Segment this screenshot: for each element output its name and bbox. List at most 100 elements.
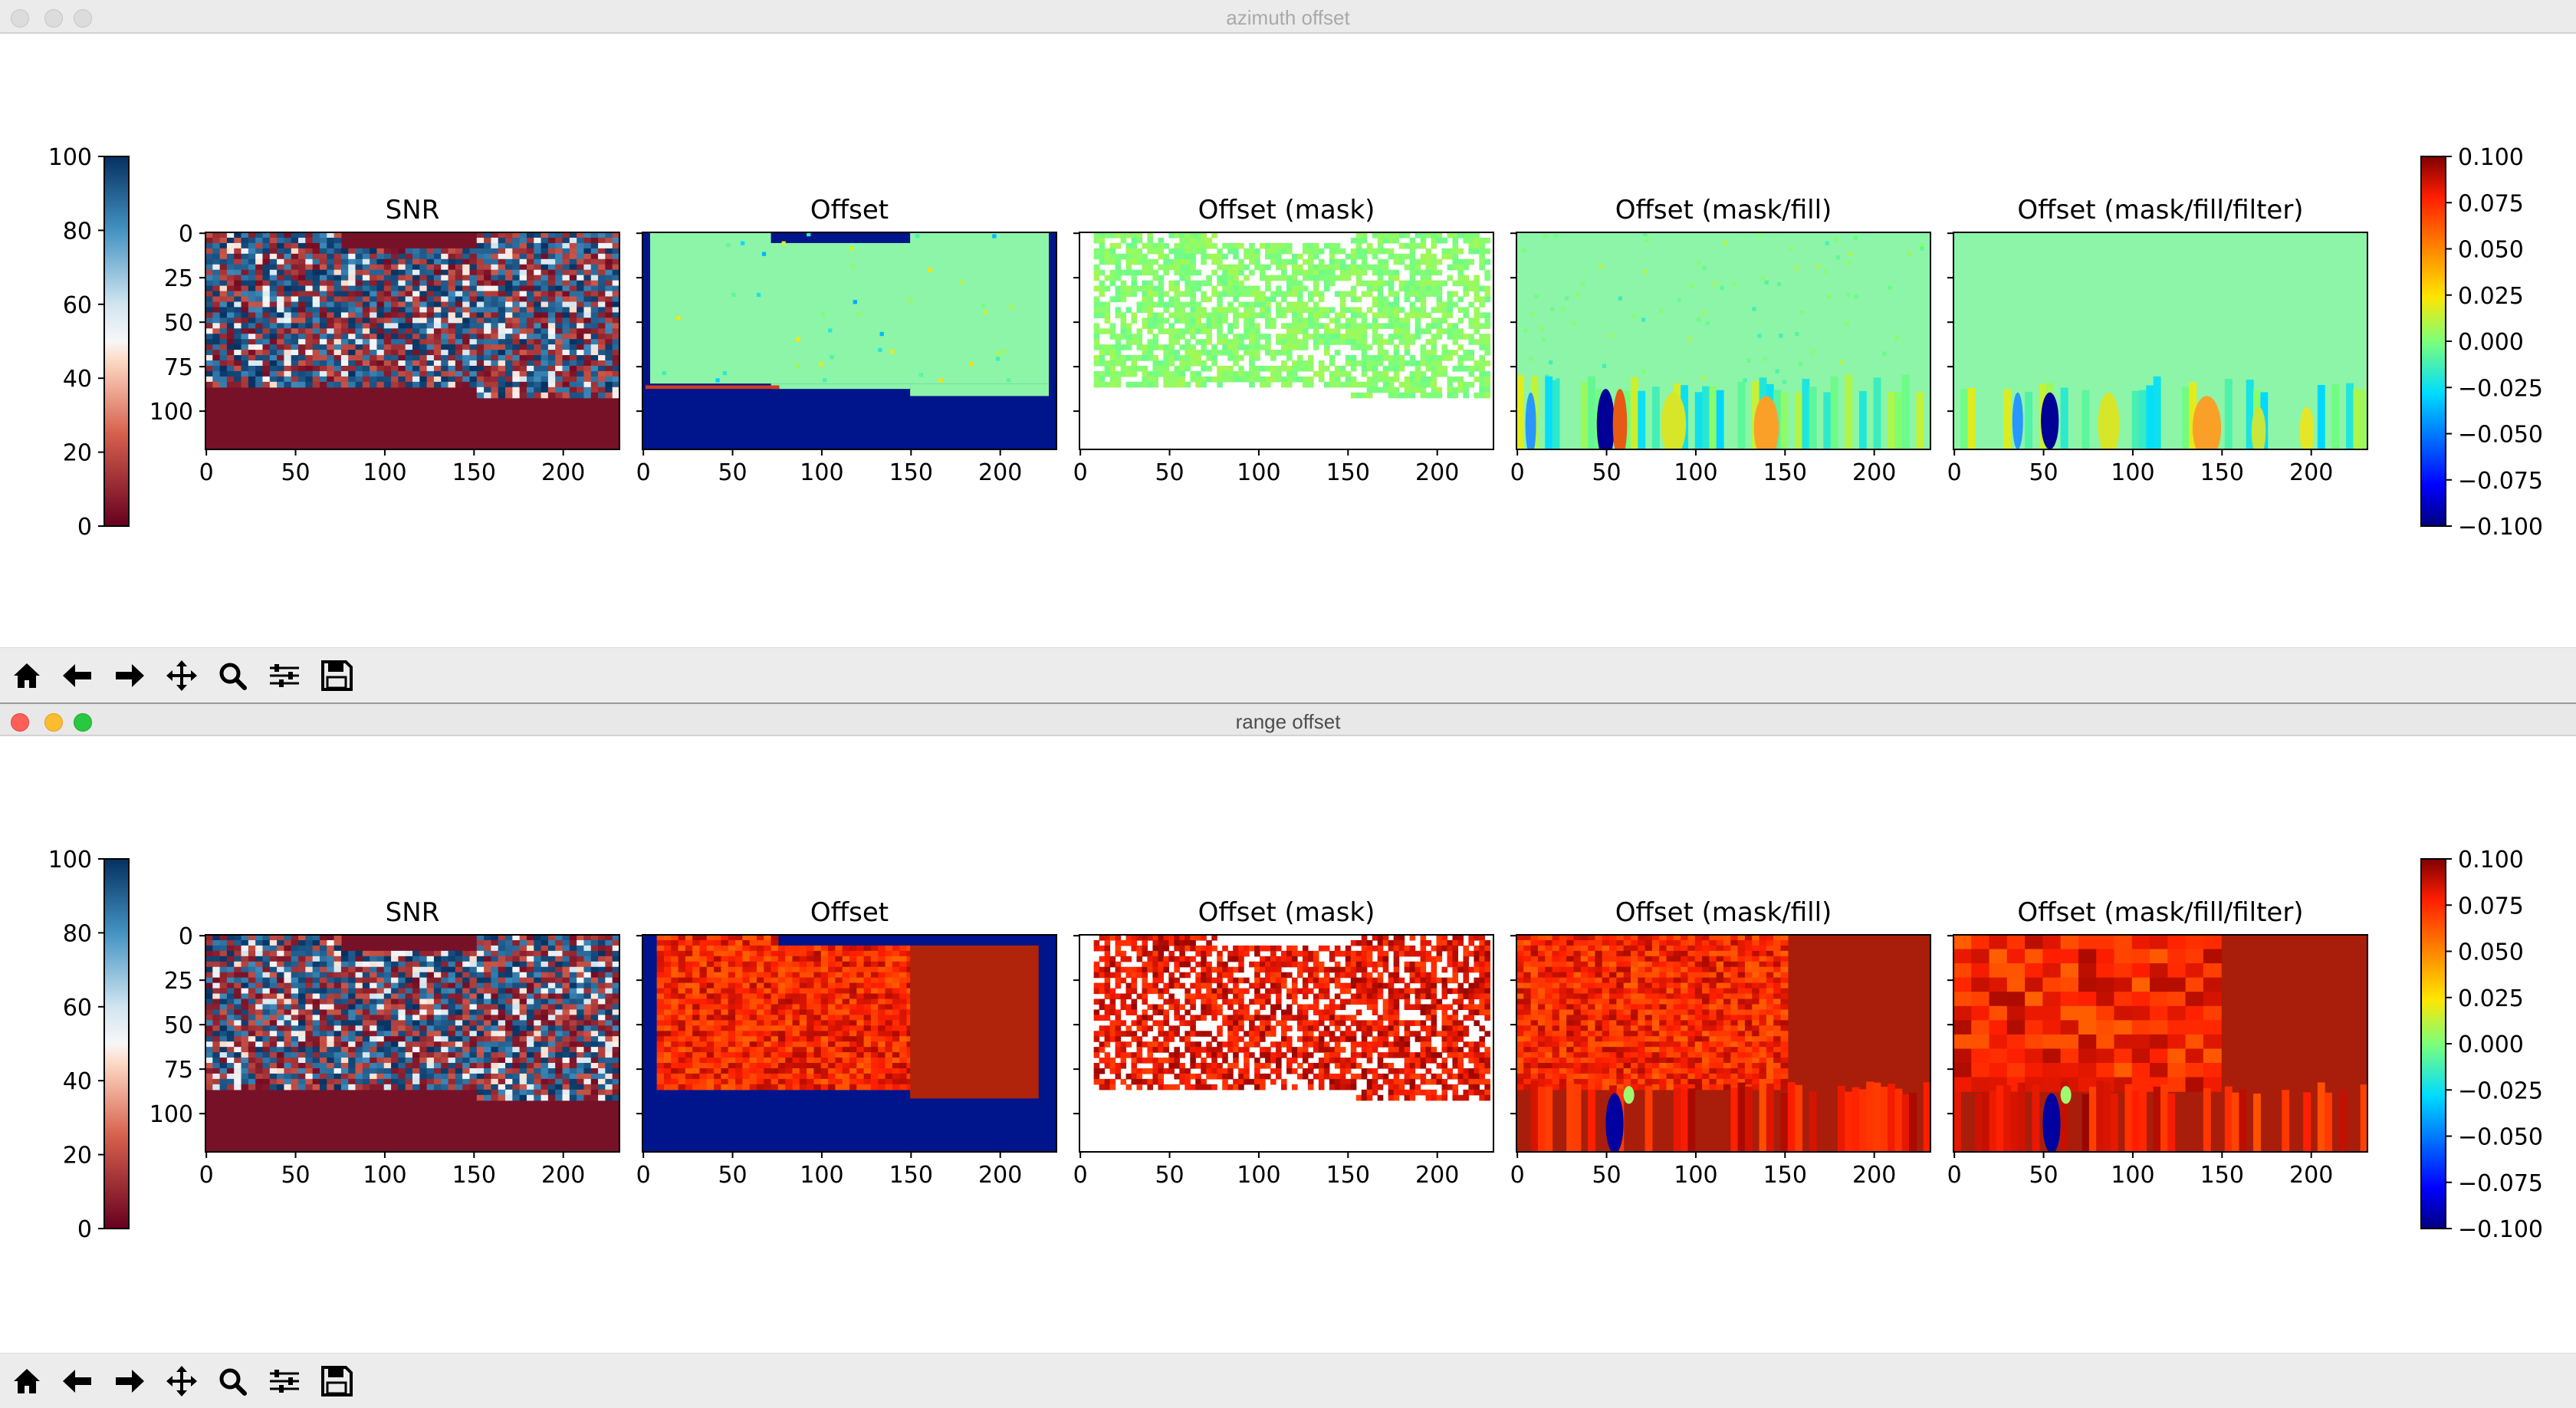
figure-plot-svg: 1008060402000.1000.0750.0500.0250.000−0.… — [48, 847, 2543, 1243]
x-tick-label: 150 — [1326, 1162, 1370, 1189]
colorbar-tick-label: 0.000 — [2458, 329, 2524, 356]
colorbar-tick-label: −0.100 — [2458, 514, 2543, 541]
figure-canvas[interactable]: 100 80 60 40 20 0 0.100 0.075 0.050 0.025 0.000 −0.… — [0, 34, 2576, 650]
back-button[interactable] — [55, 1361, 100, 1401]
x-tick-label: 0 — [1947, 1162, 1962, 1189]
colorbar-tick-label: 80 — [63, 920, 92, 947]
colorbar-tick-label: 0.100 — [2458, 847, 2524, 873]
figure-plot-svg: 1008060402000.1000.0750.0500.0250.000−0.… — [48, 144, 2543, 541]
image-raster — [1079, 935, 1493, 1152]
back-button[interactable] — [55, 656, 100, 696]
zoom-button[interactable] — [210, 656, 255, 696]
x-tick-label: 0 — [199, 1162, 214, 1189]
window-title: range offset — [1235, 710, 1341, 733]
pan-button[interactable] — [159, 1361, 204, 1401]
subplot-filter_az: Offset (mask/fill/filter) 0 50 100 150 200 — [1947, 195, 2368, 486]
magnifier-icon — [210, 1361, 255, 1401]
x-tick-label: 100 — [2111, 1162, 2154, 1189]
save-button[interactable] — [314, 1361, 359, 1401]
y-tick-label: 25 — [164, 265, 193, 292]
image-raster — [1953, 935, 2367, 1152]
offset-colorbar — [2420, 156, 2446, 527]
colorbar-tick-label: 0 — [77, 514, 92, 541]
sliders-icon — [262, 1361, 307, 1401]
colorbar-tick-label: −0.050 — [2458, 422, 2543, 449]
x-tick-label: 0 — [636, 1162, 651, 1189]
image-raster — [642, 935, 1056, 1152]
x-tick-label: 50 — [1155, 459, 1184, 486]
subplot-mask_rg: Offset (mask) 0 50 100 150 200 — [1073, 897, 1494, 1189]
arrow-left-icon — [55, 656, 100, 696]
window-titlebar[interactable]: range offset — [0, 702, 2576, 736]
colorbar-tick-label: −0.025 — [2458, 1077, 2543, 1104]
navigation-toolbar — [0, 647, 2576, 702]
x-tick-label: 200 — [1852, 1162, 1896, 1189]
snr-colorbar — [104, 156, 130, 527]
x-tick-label: 150 — [889, 459, 933, 486]
x-tick-label: 0 — [1073, 1162, 1088, 1189]
subplot-snr: SNR 0 50 100 150 200 0 25 50 75 100 — [150, 195, 620, 486]
subplot-title: Offset (mask) — [1198, 897, 1375, 928]
zoom-button[interactable] — [210, 1361, 255, 1401]
colorbar-tick-label: 0.075 — [2458, 190, 2524, 217]
forward-button[interactable] — [107, 1361, 152, 1401]
colorbar-tick-label: −0.050 — [2458, 1124, 2543, 1151]
home-icon — [5, 1361, 49, 1401]
x-tick-label: 50 — [1592, 459, 1621, 486]
home-button[interactable] — [5, 656, 49, 696]
colorbar-tick-label: 20 — [63, 1143, 92, 1169]
x-tick-label: 150 — [1326, 459, 1370, 486]
x-tick-label: 0 — [1947, 459, 1962, 486]
figure-canvas[interactable]: 100 80 60 40 20 0 0.100 0.075 0.050 0.025 0.000 −0.… — [0, 736, 2576, 1356]
x-tick-label: 50 — [2029, 459, 2058, 486]
colorbar-tick-label: 100 — [48, 144, 92, 171]
x-tick-label: 150 — [2200, 459, 2244, 486]
image-raster — [1953, 232, 2367, 449]
image-raster — [642, 232, 1056, 449]
x-tick-label: 50 — [281, 459, 310, 486]
home-button[interactable] — [5, 1361, 49, 1401]
floppy-disk-icon — [314, 656, 359, 696]
x-tick-label: 200 — [541, 1162, 585, 1189]
subplot-mask_az: Offset (mask) 0 50 100 150 200 — [1073, 195, 1494, 486]
move-icon — [159, 1361, 204, 1401]
configure-subplots-button[interactable] — [262, 1361, 307, 1401]
x-tick-label: 150 — [1763, 1162, 1807, 1189]
x-tick-label: 100 — [1237, 459, 1280, 486]
colorbar-tick-label: −0.075 — [2458, 468, 2543, 495]
y-tick-label: 100 — [150, 399, 193, 426]
x-tick-label: 0 — [1510, 1162, 1525, 1189]
colorbar-tick-label: 40 — [63, 366, 92, 393]
x-tick-label: 200 — [1415, 1162, 1459, 1189]
colorbar-tick-label: −0.025 — [2458, 375, 2543, 402]
x-tick-label: 100 — [1237, 1162, 1280, 1189]
configure-subplots-button[interactable] — [262, 656, 307, 696]
arrow-right-icon — [107, 656, 152, 696]
offset-colorbar — [2420, 858, 2446, 1229]
window-titlebar[interactable]: azimuth offset — [0, 0, 2576, 34]
subplot-title: Offset — [810, 195, 889, 225]
forward-button[interactable] — [107, 656, 152, 696]
subplot-offset_az: Offset 0 50 100 150 200 — [636, 195, 1057, 486]
x-tick-label: 50 — [718, 459, 747, 486]
y-tick-label: 100 — [150, 1101, 193, 1128]
y-tick-label: 25 — [164, 968, 193, 995]
x-tick-label: 100 — [1674, 459, 1717, 486]
y-tick-label: 0 — [179, 221, 193, 248]
magnifier-icon — [210, 656, 255, 696]
y-tick-label: 75 — [164, 354, 193, 381]
x-tick-label: 100 — [2111, 459, 2154, 486]
image-raster — [1079, 232, 1493, 449]
x-tick-label: 200 — [2289, 1162, 2333, 1189]
y-tick-label: 0 — [179, 923, 193, 950]
colorbar-tick-label: 0 — [77, 1216, 92, 1243]
save-button[interactable] — [314, 656, 359, 696]
pan-button[interactable] — [159, 656, 204, 696]
subplot-title: Offset (mask) — [1198, 195, 1375, 225]
image-raster — [1516, 935, 1930, 1152]
figure-content: 1008060402000.1000.0750.0500.0250.000−0.… — [48, 144, 2543, 541]
subplot-filter_rg: Offset (mask/fill/filter) 0 50 100 150 200 — [1947, 897, 2368, 1189]
y-tick-label: 50 — [164, 1012, 193, 1039]
snr-colorbar — [104, 858, 130, 1229]
x-tick-label: 200 — [541, 459, 585, 486]
